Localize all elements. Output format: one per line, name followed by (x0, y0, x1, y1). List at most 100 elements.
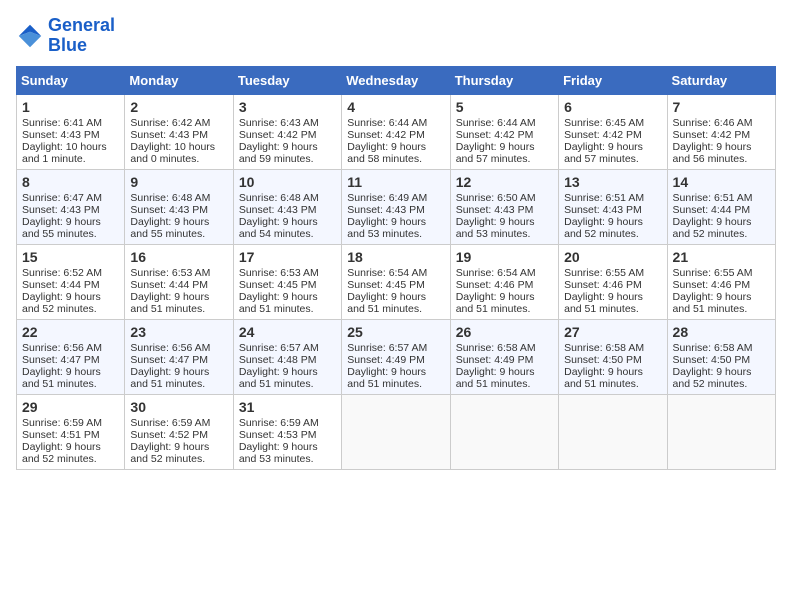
calendar-cell: 25Sunrise: 6:57 AMSunset: 4:49 PMDayligh… (342, 319, 450, 394)
header-friday: Friday (559, 66, 667, 94)
sunrise-text: Sunrise: 6:52 AM (22, 267, 119, 279)
daylight-text: Daylight: 10 hours and 1 minute. (22, 141, 119, 165)
calendar-cell: 11Sunrise: 6:49 AMSunset: 4:43 PMDayligh… (342, 169, 450, 244)
header-saturday: Saturday (667, 66, 775, 94)
sunrise-text: Sunrise: 6:41 AM (22, 117, 119, 129)
sunrise-text: Sunrise: 6:54 AM (347, 267, 444, 279)
sunrise-text: Sunrise: 6:58 AM (456, 342, 553, 354)
sunset-text: Sunset: 4:50 PM (564, 354, 661, 366)
sunrise-text: Sunrise: 6:55 AM (673, 267, 770, 279)
sunrise-text: Sunrise: 6:59 AM (130, 417, 227, 429)
page-header: General Blue (16, 16, 776, 56)
daylight-text: Daylight: 9 hours and 55 minutes. (130, 216, 227, 240)
calendar-cell: 15Sunrise: 6:52 AMSunset: 4:44 PMDayligh… (17, 244, 125, 319)
sunset-text: Sunset: 4:46 PM (564, 279, 661, 291)
daylight-text: Daylight: 9 hours and 51 minutes. (347, 291, 444, 315)
calendar-cell: 23 Sunrise: 6:56 AMSunset: 4:47 PMDayligh… (125, 319, 233, 394)
sunset-text: Sunset: 4:42 PM (673, 129, 770, 141)
daylight-text: Daylight: 9 hours and 53 minutes. (456, 216, 553, 240)
calendar-cell (450, 394, 558, 469)
daylight-text: Daylight: 9 hours and 52 minutes. (673, 216, 770, 240)
day-number: 8 (22, 174, 119, 190)
daylight-text: Daylight: 9 hours and 57 minutes. (456, 141, 553, 165)
day-number: 18 (347, 249, 444, 265)
day-number: 26 (456, 324, 553, 340)
sunrise-text: Sunrise: 6:51 AM (564, 192, 661, 204)
day-number: 4 (347, 99, 444, 115)
sunrise-text: Sunrise: 6:46 AM (673, 117, 770, 129)
sunrise-text: Sunrise: 6:56 AM (130, 342, 227, 354)
calendar-cell: 3Sunrise: 6:43 AMSunset: 4:42 PMDaylight… (233, 94, 341, 169)
calendar-cell: 7Sunrise: 6:46 AMSunset: 4:42 PMDaylight… (667, 94, 775, 169)
calendar-header-row: SundayMondayTuesdayWednesdayThursdayFrid… (17, 66, 776, 94)
day-number: 15 (22, 249, 119, 265)
calendar-cell: 31Sunrise: 6:59 AMSunset: 4:53 PMDayligh… (233, 394, 341, 469)
sunset-text: Sunset: 4:49 PM (456, 354, 553, 366)
day-number: 20 (564, 249, 661, 265)
daylight-text: Daylight: 9 hours and 51 minutes. (564, 366, 661, 390)
sunset-text: Sunset: 4:43 PM (22, 204, 119, 216)
sunset-text: Sunset: 4:46 PM (456, 279, 553, 291)
sunset-text: Sunset: 4:42 PM (347, 129, 444, 141)
sunset-text: Sunset: 4:50 PM (673, 354, 770, 366)
calendar-cell: 6Sunrise: 6:45 AMSunset: 4:42 PMDaylight… (559, 94, 667, 169)
sunrise-text: Sunrise: 6:51 AM (673, 192, 770, 204)
sunrise-text: Sunrise: 6:47 AM (22, 192, 119, 204)
calendar-week-4: 22Sunrise: 6:56 AMSunset: 4:47 PMDayligh… (17, 319, 776, 394)
calendar-cell: 5Sunrise: 6:44 AMSunset: 4:42 PMDaylight… (450, 94, 558, 169)
daylight-text: Daylight: 9 hours and 51 minutes. (130, 291, 227, 315)
day-number: 5 (456, 99, 553, 115)
day-number: 25 (347, 324, 444, 340)
sunset-text: Sunset: 4:45 PM (347, 279, 444, 291)
calendar-cell: 29Sunrise: 6:59 AMSunset: 4:51 PMDayligh… (17, 394, 125, 469)
sunrise-text: Sunrise: 6:48 AM (130, 192, 227, 204)
sunrise-text: Sunrise: 6:57 AM (347, 342, 444, 354)
daylight-text: Daylight: 9 hours and 52 minutes. (673, 366, 770, 390)
daylight-text: Daylight: 9 hours and 52 minutes. (22, 441, 119, 465)
sunset-text: Sunset: 4:51 PM (22, 429, 119, 441)
header-thursday: Thursday (450, 66, 558, 94)
daylight-text: Daylight: 9 hours and 51 minutes. (130, 366, 227, 390)
daylight-text: Daylight: 9 hours and 57 minutes. (564, 141, 661, 165)
day-number: 14 (673, 174, 770, 190)
daylight-text: Daylight: 9 hours and 51 minutes. (456, 291, 553, 315)
calendar-cell: 28Sunrise: 6:58 AMSunset: 4:50 PMDayligh… (667, 319, 775, 394)
sunrise-text: Sunrise: 6:54 AM (456, 267, 553, 279)
calendar-cell: 10Sunrise: 6:48 AMSunset: 4:43 PMDayligh… (233, 169, 341, 244)
calendar-cell: 13Sunrise: 6:51 AMSunset: 4:43 PMDayligh… (559, 169, 667, 244)
sunset-text: Sunset: 4:43 PM (130, 129, 227, 141)
sunset-text: Sunset: 4:43 PM (456, 204, 553, 216)
calendar-cell: 9Sunrise: 6:48 AMSunset: 4:43 PMDaylight… (125, 169, 233, 244)
day-number: 23 (130, 324, 227, 340)
sunrise-text: Sunrise: 6:59 AM (22, 417, 119, 429)
sunset-text: Sunset: 4:47 PM (130, 354, 227, 366)
calendar-cell: 12Sunrise: 6:50 AMSunset: 4:43 PMDayligh… (450, 169, 558, 244)
sunrise-text: Sunrise: 6:43 AM (239, 117, 336, 129)
sunrise-text: Sunrise: 6:58 AM (564, 342, 661, 354)
sunrise-text: Sunrise: 6:57 AM (239, 342, 336, 354)
daylight-text: Daylight: 9 hours and 52 minutes. (130, 441, 227, 465)
day-number: 19 (456, 249, 553, 265)
daylight-text: Daylight: 9 hours and 51 minutes. (456, 366, 553, 390)
sunrise-text: Sunrise: 6:55 AM (564, 267, 661, 279)
calendar-cell (667, 394, 775, 469)
day-number: 13 (564, 174, 661, 190)
calendar-cell (342, 394, 450, 469)
daylight-text: Daylight: 9 hours and 53 minutes. (239, 441, 336, 465)
header-monday: Monday (125, 66, 233, 94)
sunrise-text: Sunrise: 6:44 AM (347, 117, 444, 129)
calendar-week-3: 15Sunrise: 6:52 AMSunset: 4:44 PMDayligh… (17, 244, 776, 319)
daylight-text: Daylight: 9 hours and 51 minutes. (22, 366, 119, 390)
daylight-text: Daylight: 9 hours and 52 minutes. (22, 291, 119, 315)
day-number: 1 (22, 99, 119, 115)
daylight-text: Daylight: 9 hours and 53 minutes. (347, 216, 444, 240)
sunrise-text: Sunrise: 6:56 AM (22, 342, 119, 354)
daylight-text: Daylight: 9 hours and 52 minutes. (564, 216, 661, 240)
header-tuesday: Tuesday (233, 66, 341, 94)
calendar-cell: 14Sunrise: 6:51 AMSunset: 4:44 PMDayligh… (667, 169, 775, 244)
sunset-text: Sunset: 4:52 PM (130, 429, 227, 441)
sunrise-text: Sunrise: 6:42 AM (130, 117, 227, 129)
day-number: 17 (239, 249, 336, 265)
logo-text: General Blue (48, 16, 115, 56)
logo: General Blue (16, 16, 115, 56)
